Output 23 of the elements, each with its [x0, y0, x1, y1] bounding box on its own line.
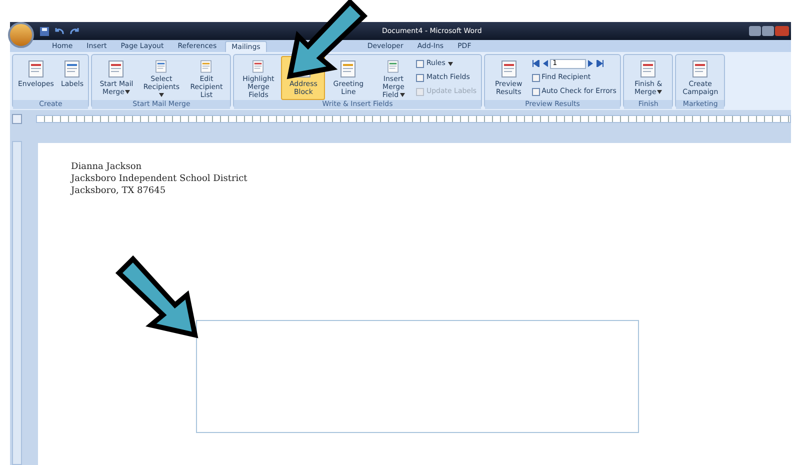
document-icon — [108, 60, 124, 78]
maximize-button[interactable] — [762, 26, 774, 36]
redo-icon[interactable] — [70, 26, 79, 36]
ruler-toggle-button[interactable] — [12, 114, 22, 124]
address-line: Jacksboro Independent School District — [71, 173, 248, 185]
document-icon — [64, 60, 80, 78]
save-icon[interactable] — [40, 26, 49, 36]
minimize-button[interactable] — [749, 26, 761, 36]
document-icon — [385, 60, 402, 73]
undo-icon[interactable] — [55, 26, 64, 36]
document-icon — [28, 60, 44, 78]
address-line: Dianna Jackson — [71, 161, 143, 173]
last-record-icon[interactable] — [596, 60, 604, 67]
document-icon — [250, 60, 266, 73]
document-icon — [692, 60, 708, 78]
document-icon — [500, 60, 517, 78]
document-icon — [340, 60, 356, 78]
document-icon — [640, 60, 656, 78]
first-record-icon[interactable] — [532, 60, 540, 67]
document-icon — [153, 60, 170, 73]
office-button[interactable] — [8, 22, 34, 48]
document-icon — [198, 60, 214, 73]
address-line: Jacksboro, TX 87645 — [71, 185, 167, 197]
